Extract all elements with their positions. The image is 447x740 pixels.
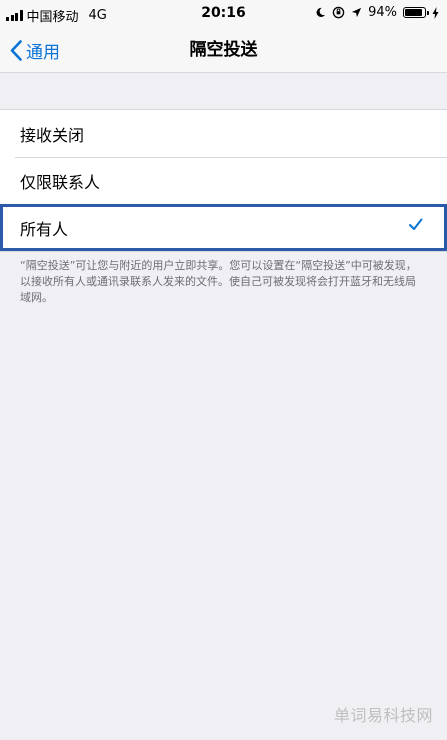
battery-level (405, 9, 423, 16)
option-everyone[interactable]: 所有人 (0, 204, 447, 251)
battery-percent: 94% (368, 5, 397, 20)
option-label: 仅限联系人 (20, 172, 101, 192)
status-bar: 中国移动 4G 20:16 94% (0, 0, 447, 28)
status-right: 94% (315, 5, 439, 20)
airdrop-description: “隔空投送”可让您与附近的用户立即共享。您可以设置在“隔空投送”中可被发现，以接… (20, 259, 417, 304)
navigation-bar: 通用 隔空投送 (0, 28, 447, 73)
battery-icon (403, 7, 429, 18)
checkmark-icon (409, 218, 423, 230)
airdrop-options-list: 接收关闭 仅限联系人 所有人 (0, 109, 447, 252)
location-icon (352, 7, 362, 18)
option-label: 所有人 (20, 219, 69, 239)
watermark: 单词易科技网 (333, 706, 433, 725)
charging-bolt-icon (432, 6, 439, 19)
option-label: 接收关闭 (20, 125, 85, 145)
moon-icon (316, 7, 326, 18)
page-title: 隔空投送 (189, 40, 258, 60)
option-contacts-only[interactable]: 仅限联系人 (0, 157, 447, 204)
orientation-lock-icon (332, 6, 345, 19)
option-receiving-off[interactable]: 接收关闭 (0, 110, 447, 157)
